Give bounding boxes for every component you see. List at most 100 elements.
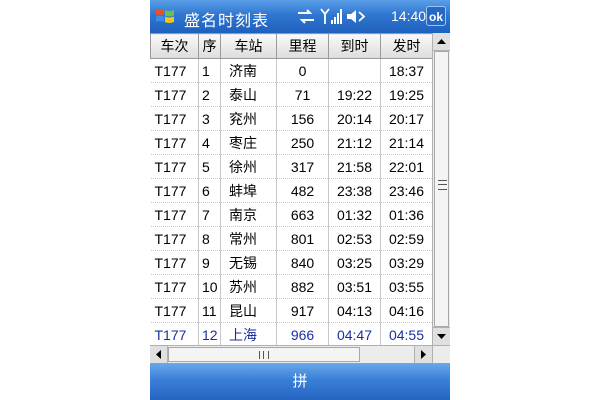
arrival-time-cell: 04:13 — [328, 298, 381, 323]
column-header-arrival[interactable]: 到时 — [328, 33, 381, 59]
train-number-cell: T177 — [150, 298, 199, 323]
table-row[interactable]: T177 9 无锡 840 03:25 03:29 — [150, 250, 432, 275]
departure-time-cell: 23:46 — [380, 178, 432, 203]
table-row[interactable]: T177 12 上海 966 04:47 04:55 — [150, 322, 432, 345]
windows-flag-icon[interactable] — [154, 5, 176, 27]
softkey-button[interactable]: 拼 — [280, 370, 320, 392]
menu-bar: 拼 — [150, 363, 450, 400]
column-header-departure[interactable]: 发时 — [380, 33, 432, 59]
departure-time-cell: 20:17 — [380, 106, 432, 131]
sequence-cell: 11 — [198, 298, 221, 323]
column-header-train[interactable]: 车次 — [150, 33, 199, 59]
train-number-cell: T177 — [150, 226, 199, 251]
sequence-cell: 1 — [198, 58, 221, 83]
train-number-cell: T177 — [150, 322, 199, 345]
sequence-cell: 10 — [198, 274, 221, 299]
column-header-seq[interactable]: 序 — [198, 33, 221, 59]
ok-button[interactable]: ok — [426, 6, 446, 26]
distance-cell: 882 — [276, 274, 329, 299]
scroll-up-button[interactable] — [433, 33, 450, 51]
train-number-cell: T177 — [150, 130, 199, 155]
distance-cell: 156 — [276, 106, 329, 131]
arrival-time-cell: 02:53 — [328, 226, 381, 251]
station-cell: 兖州 — [220, 106, 277, 131]
train-number-cell: T177 — [150, 202, 199, 227]
column-header-station[interactable]: 车站 — [220, 33, 277, 59]
distance-cell: 0 — [276, 58, 329, 83]
table-row[interactable]: T177 6 蚌埠 482 23:38 23:46 — [150, 178, 432, 203]
distance-cell: 966 — [276, 322, 329, 345]
grip-icon — [259, 351, 269, 359]
train-number-cell: T177 — [150, 274, 199, 299]
departure-time-cell: 03:55 — [380, 274, 432, 299]
table-row[interactable]: T177 1 济南 0 18:37 — [150, 58, 432, 83]
arrival-time-cell: 23:38 — [328, 178, 381, 203]
table-row[interactable]: T177 5 徐州 317 21:58 22:01 — [150, 154, 432, 179]
train-number-cell: T177 — [150, 58, 199, 83]
station-cell: 常州 — [220, 226, 277, 251]
train-number-cell: T177 — [150, 154, 199, 179]
train-number-cell: T177 — [150, 82, 199, 107]
arrival-time-cell: 20:14 — [328, 106, 381, 131]
scrollbar-corner — [432, 345, 450, 363]
table-row[interactable]: T177 2 泰山 71 19:22 19:25 — [150, 82, 432, 107]
signal-strength-icon[interactable] — [320, 8, 342, 25]
table-row[interactable]: T177 3 兖州 156 20:14 20:17 — [150, 106, 432, 131]
arrival-time-cell — [328, 58, 381, 83]
departure-time-cell: 01:36 — [380, 202, 432, 227]
distance-cell: 250 — [276, 130, 329, 155]
arrival-time-cell: 21:58 — [328, 154, 381, 179]
sync-arrows-icon[interactable] — [296, 8, 316, 25]
departure-time-cell: 03:29 — [380, 250, 432, 275]
station-cell: 徐州 — [220, 154, 277, 179]
departure-time-cell: 18:37 — [380, 58, 432, 83]
timetable: 车次 序 车站 里程 到时 发时 T177 1 济南 0 18:37 T177 2 泰山 71 1… — [150, 33, 432, 345]
departure-time-cell: 04:55 — [380, 322, 432, 345]
triangle-left-icon — [156, 350, 161, 359]
triangle-right-icon — [421, 350, 426, 359]
sequence-cell: 8 — [198, 226, 221, 251]
distance-cell: 317 — [276, 154, 329, 179]
table-row[interactable]: T177 11 昆山 917 04:13 04:16 — [150, 298, 432, 323]
vertical-scroll-thumb[interactable] — [434, 51, 449, 327]
distance-cell: 71 — [276, 82, 329, 107]
train-number-cell: T177 — [150, 106, 199, 131]
station-cell: 枣庄 — [220, 130, 277, 155]
train-number-cell: T177 — [150, 178, 199, 203]
sequence-cell: 2 — [198, 82, 221, 107]
train-number-cell: T177 — [150, 250, 199, 275]
distance-cell: 917 — [276, 298, 329, 323]
timetable-grid: 车次 序 车站 里程 到时 发时 T177 1 济南 0 18:37 T177 2 泰山 71 1… — [150, 33, 432, 345]
table-row[interactable]: T177 7 南京 663 01:32 01:36 — [150, 202, 432, 227]
sequence-cell: 6 — [198, 178, 221, 203]
scroll-right-button[interactable] — [414, 346, 432, 363]
table-row[interactable]: T177 10 苏州 882 03:51 03:55 — [150, 274, 432, 299]
vertical-scrollbar[interactable] — [432, 33, 450, 345]
sequence-cell: 12 — [198, 322, 221, 345]
arrival-time-cell: 19:22 — [328, 82, 381, 107]
scroll-left-button[interactable] — [150, 346, 168, 363]
distance-cell: 482 — [276, 178, 329, 203]
speaker-volume-icon[interactable] — [346, 8, 368, 25]
station-cell: 无锡 — [220, 250, 277, 275]
station-cell: 苏州 — [220, 274, 277, 299]
sequence-cell: 5 — [198, 154, 221, 179]
pocket-pc-screen: 盛名时刻表 14:40 ok 车次 序 车站 里程 到时 发时 T177 1 济… — [150, 0, 450, 400]
scroll-down-button[interactable] — [433, 327, 450, 345]
clock[interactable]: 14:40 — [391, 8, 426, 24]
column-header-distance[interactable]: 里程 — [276, 33, 329, 59]
arrival-time-cell: 03:51 — [328, 274, 381, 299]
arrival-time-cell: 03:25 — [328, 250, 381, 275]
station-cell: 南京 — [220, 202, 277, 227]
table-row[interactable]: T177 4 枣庄 250 21:12 21:14 — [150, 130, 432, 155]
sequence-cell: 9 — [198, 250, 221, 275]
departure-time-cell: 19:25 — [380, 82, 432, 107]
horizontal-scrollbar[interactable] — [150, 345, 432, 363]
departure-time-cell: 21:14 — [380, 130, 432, 155]
distance-cell: 840 — [276, 250, 329, 275]
horizontal-scroll-thumb[interactable] — [168, 347, 360, 362]
table-row[interactable]: T177 8 常州 801 02:53 02:59 — [150, 226, 432, 251]
sequence-cell: 3 — [198, 106, 221, 131]
departure-time-cell: 04:16 — [380, 298, 432, 323]
title-bar: 盛名时刻表 14:40 ok — [150, 0, 450, 33]
